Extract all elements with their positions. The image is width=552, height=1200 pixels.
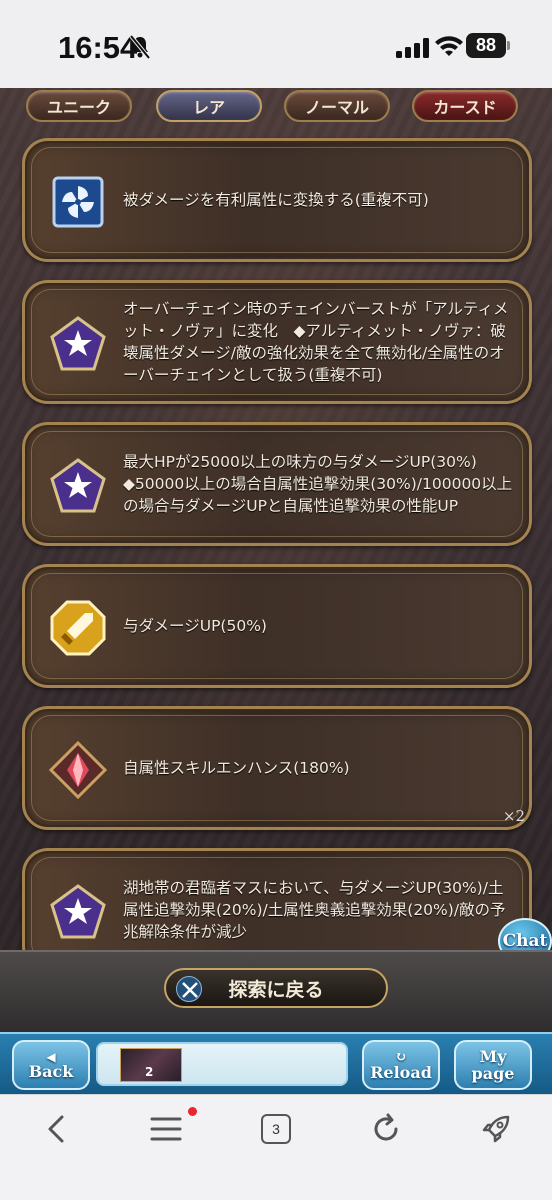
tab-unique[interactable]: ユニーク <box>26 90 132 122</box>
star-pentagon-icon <box>49 883 107 941</box>
mypage-label-line1: My <box>479 1047 507 1066</box>
effect-card: 最大HPが25000以上の味方の与ダメージUP(30%) ◆50000以上の場合… <box>22 422 532 546</box>
reload-button[interactable]: ↻ Reload <box>362 1040 440 1090</box>
battery-icon: 88 <box>466 33 506 58</box>
effect-text: 自属性スキルエンハンス(180%) <box>123 759 350 777</box>
mypage-label-line2: page <box>471 1064 515 1083</box>
effect-text: 最大HPが25000以上の味方の与ダメージUP(30%) ◆50000以上の場合… <box>123 453 513 515</box>
effect-card: 与ダメージUP(50%) <box>22 564 532 688</box>
reload-label: Reload <box>370 1062 432 1082</box>
tab-normal[interactable]: ノーマル <box>284 90 390 122</box>
effect-text: 被ダメージを有利属性に変換する(重複不可) <box>123 191 429 209</box>
effect-count: ×2 <box>502 807 525 825</box>
tabs-icon[interactable]: 3 <box>256 1111 296 1147</box>
wifi-icon <box>435 36 463 56</box>
reload-icon: ↻ <box>395 1048 407 1065</box>
party-thumbnail[interactable]: 2 <box>120 1048 182 1082</box>
notification-dot <box>188 1107 197 1116</box>
mypage-button[interactable]: My page <box>454 1040 532 1090</box>
sword-octagon-icon <box>49 599 107 657</box>
bell-muted-icon <box>129 34 151 60</box>
battery-tip <box>507 41 510 50</box>
tab-cursed[interactable]: カースド <box>412 90 518 122</box>
effect-text: 湖地帯の君臨者マスにおいて、与ダメージUP(30%)/土属性追撃効果(20%)/… <box>123 879 506 941</box>
star-pentagon-icon <box>49 315 107 373</box>
tab-count: 3 <box>261 1114 291 1144</box>
effect-card: 被ダメージを有利属性に変換する(重複不可) <box>22 138 532 262</box>
status-bar: 16:54 88 <box>0 0 552 88</box>
effect-card: 湖地帯の君臨者マスにおいて、与ダメージUP(30%)/土属性追撃効果(20%)/… <box>22 848 532 950</box>
pinwheel-icon <box>49 173 107 231</box>
signal-icon <box>396 38 429 58</box>
effect-card: 自属性スキルエンハンス(180%) ×2 <box>22 706 532 830</box>
star-pentagon-icon <box>49 457 107 515</box>
return-to-explore-button[interactable]: 探索に戻る <box>164 968 388 1008</box>
game-view: ユニーク レア ノーマル カースド 被ダメージを有利属性に変換する(重複不可) <box>0 88 552 950</box>
back-arrow-icon[interactable] <box>36 1111 76 1147</box>
return-to-explore-label: 探索に戻る <box>228 978 324 1001</box>
effect-card: オーバーチェイン時のチェインバーストが「アルティメット・ノヴァ」に変化 ◆アルテ… <box>22 280 532 404</box>
tab-rare[interactable]: レア <box>156 90 262 122</box>
effect-text: オーバーチェイン時のチェインバーストが「アルティメット・ノヴァ」に変化 ◆アルテ… <box>123 300 509 384</box>
game-nav: ◀ Back 2 ↻ Reload My page <box>0 1032 552 1094</box>
party-thumbnail-badge: 2 <box>145 1065 154 1079</box>
crossed-swords-icon <box>176 976 202 1002</box>
rocket-icon[interactable] <box>476 1111 516 1147</box>
menu-icon[interactable] <box>146 1111 186 1147</box>
filter-tabs: ユニーク レア ノーマル カースド <box>0 88 552 124</box>
status-time: 16:54 <box>58 30 138 65</box>
back-label: Back <box>28 1061 74 1081</box>
refresh-icon[interactable] <box>366 1111 406 1147</box>
back-button[interactable]: ◀ Back <box>12 1040 90 1090</box>
back-icon: ◀ <box>46 1049 56 1064</box>
party-panel[interactable]: 2 <box>96 1042 348 1086</box>
red-crystal-icon <box>49 741 107 799</box>
effect-text: 与ダメージUP(50%) <box>123 617 267 635</box>
explore-bar: 探索に戻る <box>0 950 552 1032</box>
browser-toolbar: 3 <box>0 1094 552 1200</box>
